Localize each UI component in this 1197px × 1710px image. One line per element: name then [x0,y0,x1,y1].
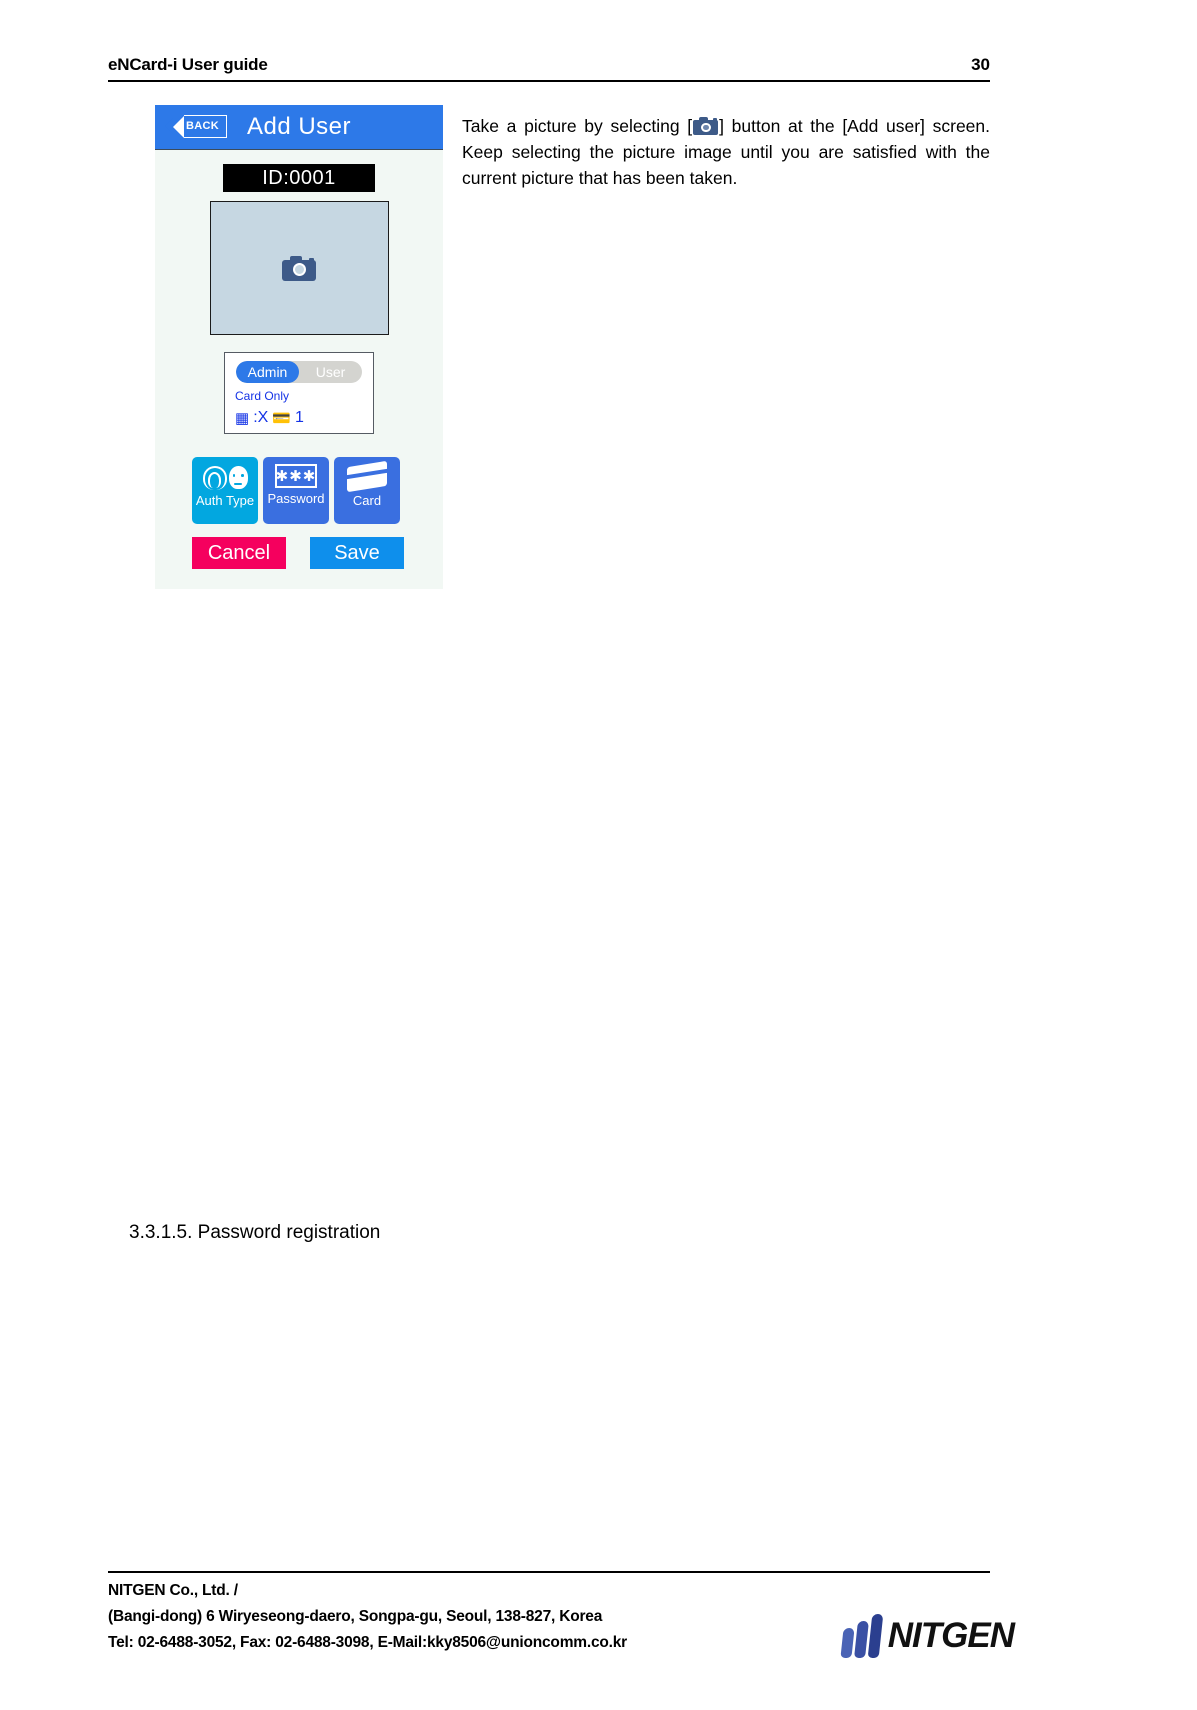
card-icon: 💳 [272,409,291,427]
password-button-label: Password [267,491,325,506]
card-count: 1 [295,409,304,426]
back-button-label: BACK [184,115,227,138]
logo-bars-icon [840,1614,884,1658]
device-screenshot-figure: BACK Add User ID:0001 Admin User Card On… [155,105,443,589]
role-option-admin[interactable]: Admin [236,361,299,383]
page-header: eNCard-i User guide 30 [108,55,990,82]
user-id-badge: ID:0001 [223,164,375,192]
screen-title: Add User [246,113,352,140]
nitgen-logo: NITGEN [840,1614,1015,1658]
section-heading: 3.3.1.5. Password registration [129,1222,381,1243]
instruction-paragraph: Take a picture by selecting [] button at… [462,113,990,191]
password-asterisks-icon: ✱✱✱ [275,464,317,488]
device-topbar: BACK Add User [155,105,443,150]
back-arrow-icon [165,115,184,138]
password-count: :X [253,409,269,426]
cancel-button[interactable]: Cancel [192,537,286,569]
action-button-row: Cancel Save [192,537,404,569]
footer-address-block: NITGEN Co., Ltd. / (Bangi-dong) 6 Wiryes… [108,1578,627,1656]
auth-button-row: Auth Type ✱✱✱ Password Card [192,457,400,524]
footer-address-line: (Bangi-dong) 6 Wiryeseong-daero, Songpa-… [108,1608,603,1625]
save-button[interactable]: Save [310,537,404,569]
user-info-panel: Admin User Card Only ▦ :X 💳 1 [224,352,374,434]
photo-capture-area[interactable] [209,201,389,335]
fingerprint-face-icon [202,464,248,491]
camera-icon [282,255,316,281]
page-number: 30 [971,55,990,74]
card-button-label: Card [352,493,382,508]
keypad-icon: ▦ [235,409,250,427]
logo-wordmark: NITGEN [887,1616,1015,1655]
role-segmented-control[interactable]: Admin User [236,361,362,383]
card-button[interactable]: Card [334,457,400,524]
card-icon [347,460,387,493]
footer-divider [108,1571,990,1573]
role-option-user[interactable]: User [299,361,362,383]
auth-type-button-label: Auth Type [195,493,255,508]
enrollment-counts: ▦ :X 💳 1 [235,409,364,427]
document-title: eNCard-i User guide [108,55,268,74]
paragraph-text-before-icon: Take a picture by selecting [ [462,116,693,136]
back-button[interactable]: BACK [165,115,227,138]
camera-icon [693,116,719,135]
auth-type-button[interactable]: Auth Type [192,457,258,524]
footer-company-line: NITGEN Co., Ltd. / [108,1582,238,1599]
password-button[interactable]: ✱✱✱ Password [263,457,329,524]
footer-contact-line: Tel: 02-6488-3052, Fax: 02-6488-3098, E-… [108,1634,628,1651]
auth-mode-label: Card Only [235,389,290,403]
